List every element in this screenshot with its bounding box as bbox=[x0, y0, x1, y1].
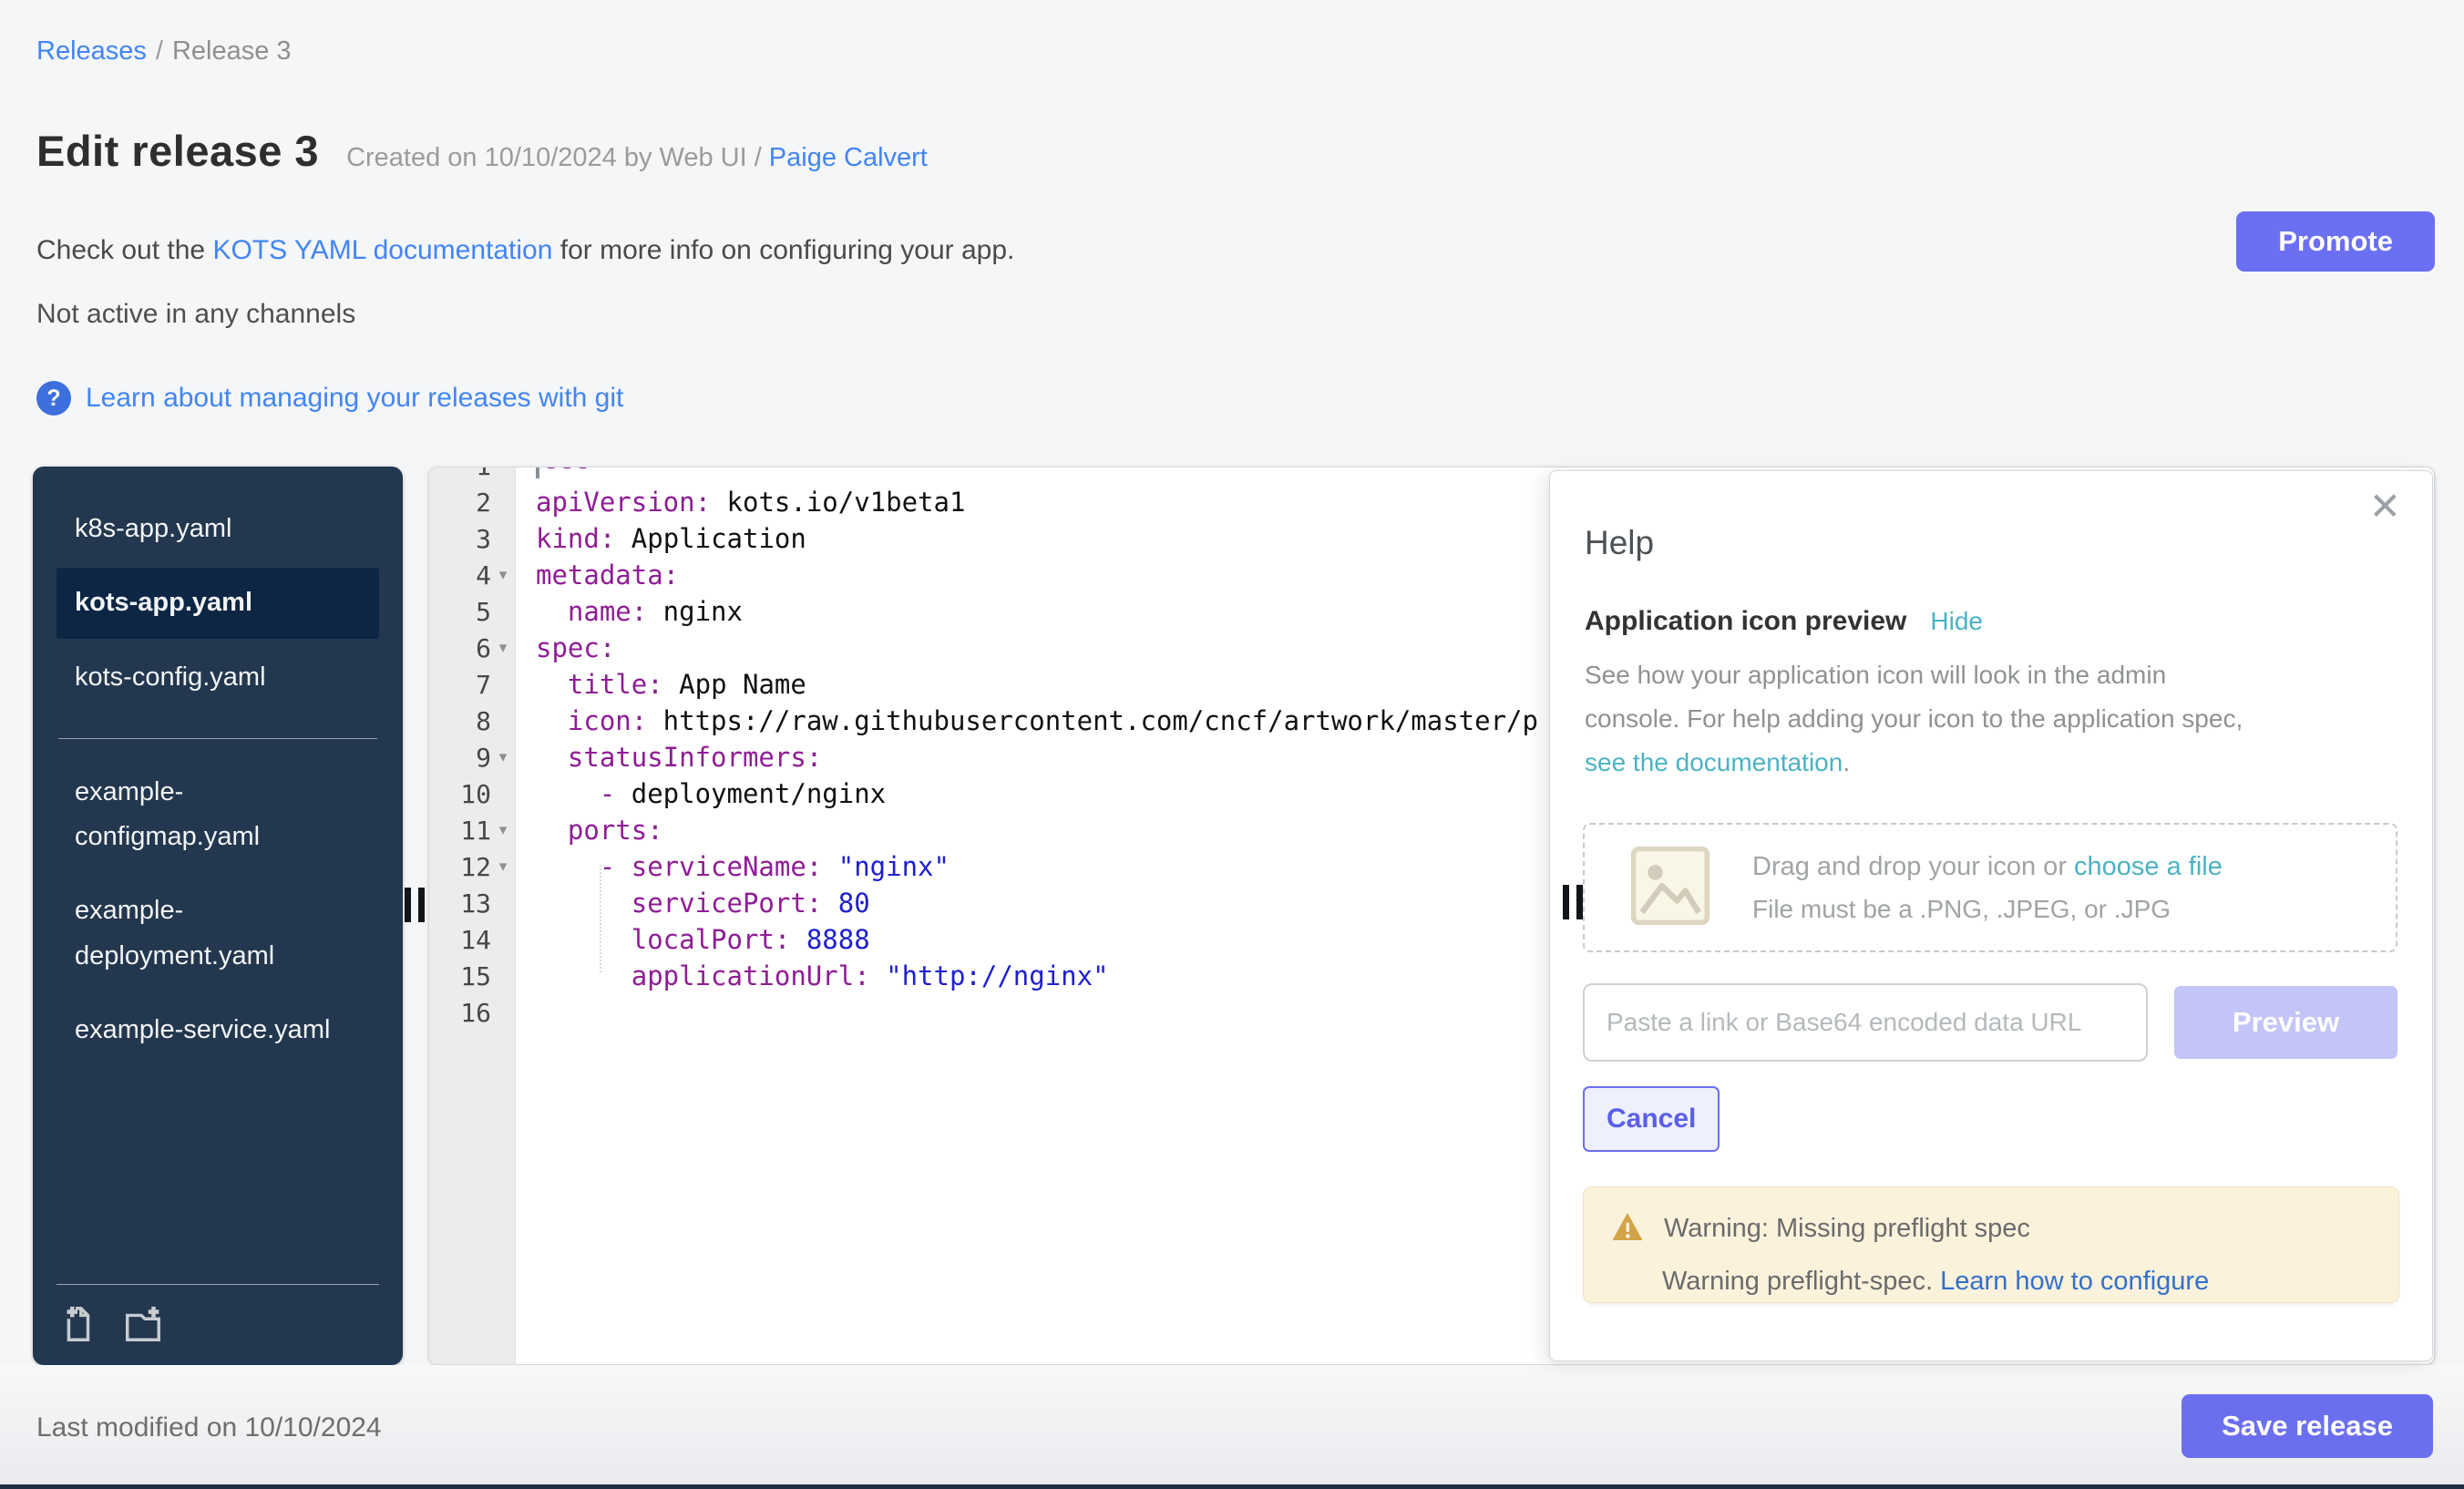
desc-line1: See how your application icon will look … bbox=[1585, 661, 2166, 689]
cancel-button[interactable]: Cancel bbox=[1583, 1086, 1720, 1152]
sidebar-resize-handle[interactable] bbox=[405, 888, 425, 922]
help-title: Help bbox=[1585, 524, 1654, 562]
indent-guide bbox=[600, 865, 601, 972]
warning-configure-link[interactable]: Learn how to configure bbox=[1940, 1267, 2209, 1296]
kots-yaml-docs-link[interactable]: KOTS YAML documentation bbox=[212, 235, 552, 265]
see-documentation-link[interactable]: see the documentation bbox=[1585, 748, 1843, 776]
created-text: Created on 10/10/2024 by Web UI / bbox=[346, 143, 762, 172]
file-item-kots-config.yaml[interactable]: kots-config.yaml bbox=[56, 642, 379, 713]
icon-dropzone[interactable]: Drag and drop your icon or choose a file… bbox=[1583, 823, 2397, 952]
breadcrumb-releases-link[interactable]: Releases bbox=[36, 36, 147, 66]
warning-title: Warning: Missing preflight spec bbox=[1664, 1214, 2030, 1244]
text-cursor bbox=[536, 467, 539, 478]
file-item-k8s-app.yaml[interactable]: k8s-app.yaml bbox=[56, 494, 379, 564]
created-info: Created on 10/10/2024 by Web UI /Paige C… bbox=[346, 143, 928, 173]
docs-info-post: for more info on configuring your app. bbox=[552, 235, 1014, 265]
close-icon[interactable]: ✕ bbox=[2369, 488, 2401, 526]
help-panel-resize-handle[interactable] bbox=[1563, 885, 1583, 919]
desc-end: . bbox=[1843, 748, 1850, 776]
sidebar-divider bbox=[58, 738, 377, 739]
release-editor: k8s-app.yamlkots-app.yamlkots-config.yam… bbox=[33, 467, 2435, 1365]
docs-info-pre: Check out the bbox=[36, 235, 212, 265]
warning-icon bbox=[1611, 1211, 1644, 1247]
preview-button[interactable]: Preview bbox=[2174, 986, 2397, 1059]
promote-button[interactable]: Promote bbox=[2236, 211, 2435, 272]
file-list: k8s-app.yamlkots-app.yamlkots-config.yam… bbox=[56, 494, 379, 1065]
last-modified-text: Last modified on 10/10/2024 bbox=[36, 1412, 382, 1443]
page-title: Edit release 3 bbox=[36, 126, 319, 176]
icon-preview-title: Application icon preview bbox=[1585, 606, 1906, 637]
breadcrumb: Releases / Release 3 bbox=[36, 36, 292, 67]
hide-link[interactable]: Hide bbox=[1930, 607, 1983, 636]
icon-preview-description: See how your application icon will look … bbox=[1585, 653, 2350, 785]
footer-bar: Last modified on 10/10/2024 Save release bbox=[0, 1365, 2464, 1484]
bottom-strip bbox=[0, 1484, 2464, 1489]
file-item-example-configmap.yaml[interactable]: example-configmap.yaml bbox=[56, 757, 379, 873]
file-sidebar: k8s-app.yamlkots-app.yamlkots-config.yam… bbox=[33, 467, 403, 1365]
icon-url-input[interactable] bbox=[1583, 983, 2148, 1062]
add-file-icon[interactable] bbox=[56, 1303, 98, 1345]
git-releases-link[interactable]: Learn about managing your releases with … bbox=[86, 383, 623, 414]
dropzone-filetypes: File must be a .PNG, .JPEG, or .JPG bbox=[1752, 895, 2223, 924]
help-panel: ✕ Help Application icon preview Hide See… bbox=[1549, 470, 2433, 1361]
add-folder-icon[interactable] bbox=[122, 1303, 164, 1345]
dropzone-text: Drag and drop your icon or bbox=[1752, 852, 2074, 881]
file-item-example-deployment.yaml[interactable]: example-deployment.yaml bbox=[56, 876, 379, 991]
question-icon: ? bbox=[36, 381, 71, 416]
sidebar-actions bbox=[56, 1284, 379, 1345]
save-release-button[interactable]: Save release bbox=[2182, 1394, 2433, 1458]
channel-status-text: Not active in any channels bbox=[36, 299, 355, 330]
breadcrumb-current: Release 3 bbox=[172, 36, 292, 66]
file-item-example-service.yaml[interactable]: example-service.yaml bbox=[56, 995, 379, 1065]
title-row: Edit release 3 Created on 10/10/2024 by … bbox=[36, 126, 928, 176]
warning-text: Warning preflight-spec. bbox=[1662, 1267, 1940, 1296]
git-help-row: ? Learn about managing your releases wit… bbox=[36, 381, 623, 416]
preflight-warning: Warning: Missing preflight spec Warning … bbox=[1583, 1186, 2399, 1303]
image-placeholder-icon bbox=[1630, 846, 1710, 930]
breadcrumb-separator: / bbox=[156, 36, 163, 66]
author-link[interactable]: Paige Calvert bbox=[769, 143, 928, 172]
file-item-kots-app.yaml[interactable]: kots-app.yaml bbox=[56, 568, 379, 638]
choose-file-link[interactable]: choose a file bbox=[2074, 852, 2223, 881]
docs-info-line: Check out the KOTS YAML documentation fo… bbox=[36, 235, 1014, 266]
desc-line2: console. For help adding your icon to th… bbox=[1585, 704, 2243, 733]
